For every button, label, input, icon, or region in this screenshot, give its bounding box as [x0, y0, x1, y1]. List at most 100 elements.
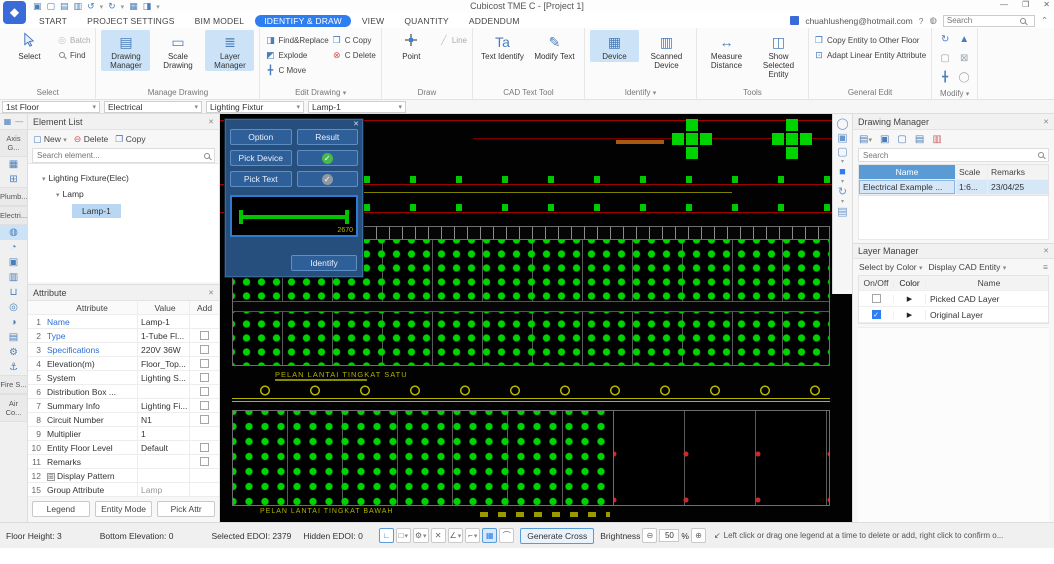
- entity-mode-button[interactable]: Entity Mode: [95, 501, 153, 517]
- new-element-button[interactable]: ▢ New ▾: [33, 134, 67, 145]
- layer-visibility-checkbox[interactable]: ✓: [872, 310, 881, 319]
- cad-canvas[interactable]: PELAN LANTAI TINGKAT SATU PELAN LANTAI T…: [220, 114, 852, 522]
- tab-addendum[interactable]: ADDENDUM: [460, 15, 529, 27]
- chevron-down-icon[interactable]: ▾: [841, 160, 844, 165]
- scanned-device-button[interactable]: ▥Scanned Device: [642, 30, 691, 71]
- attribute-row-display-pattern[interactable]: 12⊞Display Pattern: [28, 469, 219, 483]
- color-swatch-icon[interactable]: ▶: [893, 295, 925, 303]
- batch-button[interactable]: ◎Batch: [57, 35, 90, 46]
- distribution-box-icon[interactable]: ▣: [0, 255, 27, 270]
- pick-attr-button[interactable]: Pick Attr: [157, 501, 215, 517]
- attribute-row-type[interactable]: 2Type1-Tube Fl...: [28, 329, 219, 343]
- grounding-icon[interactable]: ⚓: [0, 360, 27, 375]
- lamp-tool-icon[interactable]: ◍: [0, 225, 27, 240]
- socket-icon[interactable]: ▥: [0, 270, 27, 285]
- export-drawing-button[interactable]: ▢: [897, 134, 906, 145]
- copy-element-button[interactable]: ❐ Copy: [115, 134, 145, 145]
- tab-start[interactable]: START: [30, 15, 76, 27]
- close-button[interactable]: ✕: [1043, 0, 1050, 9]
- close-icon[interactable]: ✕: [1043, 118, 1049, 126]
- attribute-row-summary-info[interactable]: 7Summary InfoLighting Fi...: [28, 399, 219, 413]
- element-search-input[interactable]: [37, 151, 204, 160]
- orbit-icon[interactable]: ◯: [836, 118, 848, 131]
- floor-select[interactable]: 1st Floor▾: [2, 101, 100, 113]
- drawing-manager-button[interactable]: ▤Drawing Manager: [101, 30, 150, 71]
- layer-visibility-checkbox[interactable]: [872, 294, 881, 303]
- attribute-row-system[interactable]: 5SystemLighting S...: [28, 371, 219, 385]
- current-view-icon[interactable]: ■: [839, 166, 846, 179]
- panel-menu-icon[interactable]: ≡: [1043, 262, 1048, 272]
- add-checkbox[interactable]: [200, 331, 209, 340]
- view-cube-icon[interactable]: ▢: [837, 146, 847, 159]
- polyline-mode-button[interactable]: ∟: [379, 528, 394, 543]
- layer-row-picked-cad[interactable]: ▶ Picked CAD Layer: [859, 291, 1048, 307]
- adapt-linear-entity-button[interactable]: ⊡Adapt Linear Entity Attribute: [814, 50, 926, 61]
- select-button[interactable]: Select: [5, 30, 54, 62]
- maximize-button[interactable]: ❐: [1022, 0, 1029, 9]
- close-icon[interactable]: ✕: [353, 120, 359, 128]
- brightness-increase-button[interactable]: ⊕: [691, 528, 706, 543]
- measure-distance-button[interactable]: ↔Measure Distance: [702, 30, 751, 71]
- c-move-button[interactable]: ╋C Move: [265, 65, 328, 76]
- section-air-conditioning[interactable]: Air Co...: [0, 394, 27, 422]
- drawing-search-box[interactable]: [858, 148, 1049, 162]
- attribute-row-name[interactable]: 1NameLamp-1: [28, 315, 219, 329]
- add-checkbox[interactable]: [200, 457, 209, 466]
- pump-icon[interactable]: ⚙: [0, 345, 27, 360]
- c-copy-button[interactable]: ❐C Copy: [332, 35, 376, 46]
- sheet-icon[interactable]: ▤: [837, 206, 847, 219]
- element-select[interactable]: Lamp-1▾: [308, 101, 406, 113]
- attribute-row-elevation[interactable]: 4Elevation(m)Floor_Top...: [28, 357, 219, 371]
- result-button[interactable]: Result: [297, 129, 359, 145]
- move-entity-icon[interactable]: ╋: [937, 72, 953, 88]
- point-button[interactable]: Point: [387, 30, 436, 62]
- fan-icon[interactable]: ◎: [0, 300, 27, 315]
- minimize-button[interactable]: —: [1000, 0, 1008, 9]
- chevron-down-icon[interactable]: ▾: [841, 200, 844, 205]
- discipline-select[interactable]: Electrical▾: [104, 101, 202, 113]
- tab-quantity[interactable]: QUANTITY: [395, 15, 458, 27]
- pick-device-status[interactable]: ✓: [297, 150, 359, 166]
- panel-toggle-icon[interactable]: ▦: [4, 117, 12, 126]
- add-checkbox[interactable]: [200, 401, 209, 410]
- trunking-icon[interactable]: ⊔: [0, 285, 27, 300]
- add-checkbox[interactable]: [200, 387, 209, 396]
- group-label-identify[interactable]: Identify ▾: [590, 87, 691, 99]
- user-email[interactable]: chuahlusheng@hotmail.com: [805, 16, 912, 26]
- add-checkbox[interactable]: [200, 373, 209, 382]
- whats-new-bulb-icon[interactable]: ◍: [929, 15, 936, 26]
- add-checkbox[interactable]: [200, 345, 209, 354]
- modify-text-button[interactable]: ✎Modify Text: [530, 30, 579, 62]
- tree-node-lamp[interactable]: ▾Lamp: [28, 186, 219, 202]
- ortho-mode-button[interactable]: ⌐▾: [465, 528, 480, 543]
- find-button[interactable]: Find: [57, 50, 90, 60]
- mirror-icon[interactable]: ◯: [956, 72, 972, 88]
- cancel-button[interactable]: ✕: [431, 528, 446, 543]
- generate-cross-button[interactable]: Generate Cross: [520, 528, 594, 544]
- show-selected-entity-button[interactable]: ◫Show Selected Entity: [754, 30, 803, 81]
- expand-icon[interactable]: ⊞: [47, 473, 55, 481]
- display-cad-entity-dropdown[interactable]: Display CAD Entity ▾: [929, 262, 1007, 272]
- rectangle-mode-button[interactable]: □▾: [396, 528, 411, 543]
- scale-drawing-button[interactable]: ▭Scale Drawing: [153, 30, 202, 71]
- explode-button[interactable]: ◩Explode: [265, 50, 328, 61]
- pick-device-button[interactable]: Pick Device: [230, 150, 292, 166]
- copy-entity-other-floor-button[interactable]: ❐Copy Entity to Other Floor: [814, 35, 926, 46]
- half-fitting-icon[interactable]: ◑: [0, 315, 27, 330]
- legend-button[interactable]: Legend: [32, 501, 90, 517]
- collapse-ribbon-icon[interactable]: ⌃: [1041, 15, 1048, 26]
- remove-drawing-button[interactable]: ▥: [932, 134, 941, 145]
- secondary-axis-icon[interactable]: ⊞: [0, 172, 27, 187]
- drawing-search-input[interactable]: [863, 151, 1038, 160]
- rotate-view-icon[interactable]: ↻: [838, 186, 847, 199]
- import-drawing-button[interactable]: ▣: [880, 134, 889, 145]
- line-button[interactable]: ╱Line: [439, 35, 467, 46]
- close-icon[interactable]: ✕: [208, 289, 214, 297]
- align-icon[interactable]: ▲: [956, 34, 972, 50]
- category-select[interactable]: Lighting Fixtur▾: [206, 101, 304, 113]
- layer-row-original[interactable]: ✓ ▶ Original Layer: [859, 307, 1048, 323]
- group-label-modify[interactable]: Modify ▾: [937, 88, 972, 100]
- rotate-icon[interactable]: ↻: [937, 34, 953, 50]
- option-button[interactable]: Option: [230, 129, 292, 145]
- offset-icon[interactable]: ▢: [937, 53, 953, 69]
